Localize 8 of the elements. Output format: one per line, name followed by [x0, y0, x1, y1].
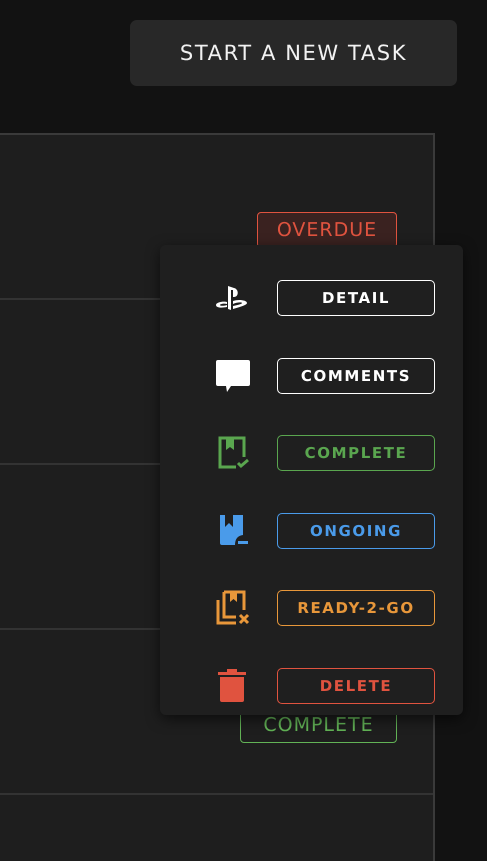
action-button[interactable]: DETAIL	[277, 280, 435, 316]
action-button[interactable]: ONGOING	[277, 512, 435, 548]
action-button[interactable]: COMPLETE	[277, 435, 435, 471]
action-button[interactable]: READY-2-GO	[277, 590, 435, 626]
action-button[interactable]: COMMENTS	[277, 358, 435, 394]
action-button[interactable]: DELETE	[277, 668, 435, 704]
status-badge: OVERDUE	[257, 212, 397, 248]
new-task-button[interactable]: START A NEW TASK	[130, 20, 457, 86]
